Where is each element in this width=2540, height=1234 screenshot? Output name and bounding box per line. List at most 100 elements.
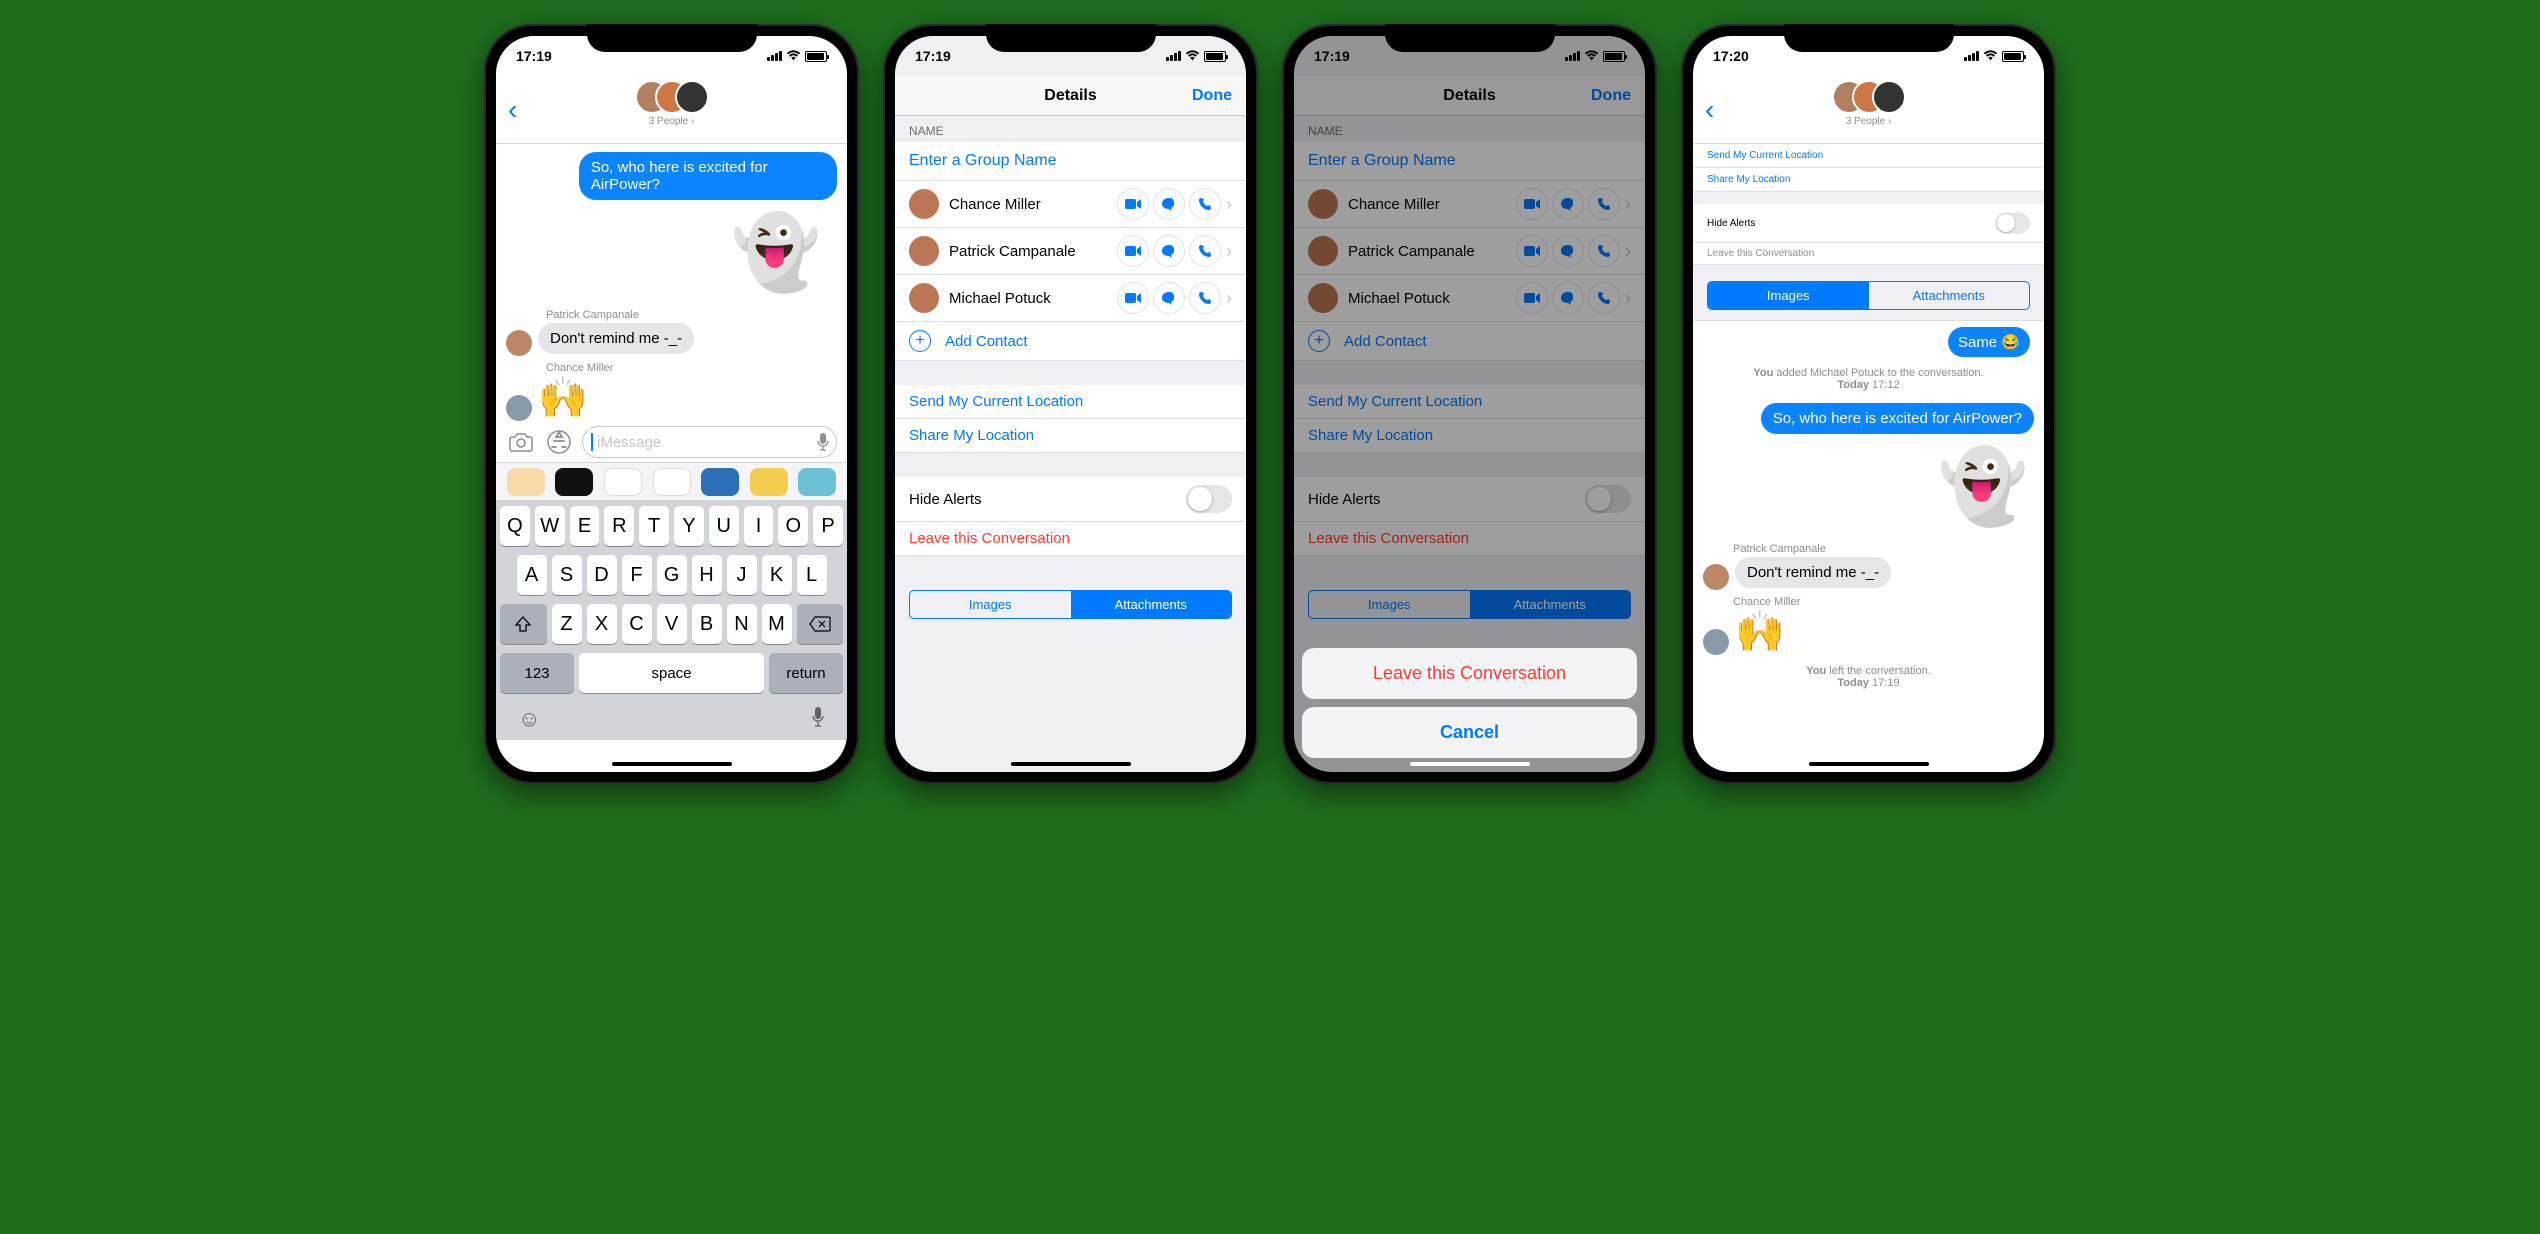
key-b[interactable]: B <box>692 604 722 644</box>
sheet-leave-button[interactable]: Leave this Conversation <box>1302 648 1637 699</box>
home-indicator[interactable] <box>1011 762 1131 766</box>
app-sticker-3[interactable] <box>798 468 836 496</box>
leave-conversation-button[interactable]: Leave this Conversation <box>895 522 1246 556</box>
key-o[interactable]: O <box>778 506 808 546</box>
space-key[interactable]: space <box>579 653 764 693</box>
message-icon[interactable] <box>1154 189 1184 219</box>
header-title-group[interactable]: 3 People › <box>635 80 709 127</box>
dictation-icon[interactable] <box>811 706 825 732</box>
key-n[interactable]: N <box>727 604 757 644</box>
microphone-icon[interactable] <box>816 432 830 452</box>
contact-row[interactable]: Patrick Campanale › <box>895 228 1246 275</box>
key-m[interactable]: M <box>762 604 792 644</box>
key-c[interactable]: C <box>622 604 652 644</box>
phone-icon[interactable] <box>1190 283 1220 313</box>
key-h[interactable]: H <box>692 555 722 595</box>
phone-icon[interactable] <box>1190 236 1220 266</box>
group-name-field[interactable]: Enter a Group Name <box>895 142 1246 181</box>
emoji-ghost: 👻 <box>1938 444 2028 529</box>
key-i[interactable]: I <box>744 506 774 546</box>
app-sticker-2[interactable] <box>750 468 788 496</box>
send-location-button[interactable]: Send My Current Location <box>1693 144 2044 168</box>
appstore-icon[interactable] <box>544 427 574 457</box>
emoji-keyboard-icon[interactable]: ☺ <box>518 706 540 732</box>
share-location-button[interactable]: Share My Location <box>895 419 1246 453</box>
message-icon[interactable] <box>1154 283 1184 313</box>
video-call-icon[interactable] <box>1118 283 1148 313</box>
home-indicator[interactable] <box>1410 762 1530 766</box>
back-button[interactable]: ‹ <box>1701 94 1718 126</box>
keyboard[interactable]: QWERTYUIOP ASDFGHJKL ZXCVBNM 123 space r… <box>496 500 847 740</box>
back-button[interactable]: ‹ <box>504 94 521 126</box>
segment-images[interactable]: Images <box>1708 282 1869 309</box>
key-z[interactable]: Z <box>552 604 582 644</box>
chevron-right-icon: › <box>1226 194 1232 215</box>
key-a[interactable]: A <box>517 555 547 595</box>
home-indicator[interactable] <box>1809 762 1929 766</box>
app-music[interactable] <box>604 468 642 496</box>
key-v[interactable]: V <box>657 604 687 644</box>
contact-row[interactable]: Michael Potuck › <box>895 275 1246 322</box>
key-g[interactable]: G <box>657 555 687 595</box>
key-w[interactable]: W <box>535 506 565 546</box>
key-q[interactable]: Q <box>500 506 530 546</box>
message-input[interactable]: iMessage <box>582 426 837 458</box>
app-strip[interactable] <box>496 462 847 500</box>
delete-key[interactable] <box>797 604 844 644</box>
home-indicator[interactable] <box>612 762 732 766</box>
message-outgoing[interactable]: So, who here is excited for AirPower? <box>1761 403 2034 434</box>
contact-name: Patrick Campanale <box>949 243 1112 260</box>
return-key[interactable]: return <box>769 653 843 693</box>
numbers-key[interactable]: 123 <box>500 653 574 693</box>
contact-row[interactable]: Chance Miller › <box>895 181 1246 228</box>
screen-conversation: 17:19 ‹ 3 People › So, who here is excit… <box>496 36 847 772</box>
done-button[interactable]: Done <box>1192 87 1232 105</box>
message-incoming[interactable]: Don't remind me -_- <box>538 323 694 354</box>
avatar <box>675 80 709 114</box>
segment-attachments[interactable]: Attachments <box>1869 282 2030 309</box>
message-icon[interactable] <box>1154 236 1184 266</box>
app-game[interactable] <box>653 468 691 496</box>
segmented-control[interactable]: Images Attachments <box>1707 281 2030 310</box>
key-e[interactable]: E <box>570 506 600 546</box>
hide-alerts-toggle[interactable] <box>1186 485 1232 513</box>
sheet-cancel-button[interactable]: Cancel <box>1302 707 1637 758</box>
sender-label: Patrick Campanale <box>506 303 837 321</box>
key-y[interactable]: Y <box>674 506 704 546</box>
chat-scroll[interactable]: So, who here is excited for AirPower? 👻 … <box>496 144 847 422</box>
message-row: 🙌 <box>506 374 837 421</box>
key-s[interactable]: S <box>552 555 582 595</box>
camera-icon[interactable] <box>506 427 536 457</box>
chat-scroll[interactable]: Send My Current Location Share My Locati… <box>1693 144 2044 772</box>
key-j[interactable]: J <box>727 555 757 595</box>
key-t[interactable]: T <box>639 506 669 546</box>
phone-icon[interactable] <box>1190 189 1220 219</box>
hide-alerts-toggle[interactable] <box>1996 213 2031 234</box>
message-outgoing[interactable]: So, who here is excited for AirPower? <box>579 152 837 200</box>
app-digital-touch[interactable] <box>555 468 593 496</box>
app-animoji[interactable] <box>507 468 545 496</box>
video-call-icon[interactable] <box>1118 189 1148 219</box>
add-contact-button[interactable]: + Add Contact <box>895 322 1246 361</box>
shift-key[interactable] <box>500 604 547 644</box>
share-location-button[interactable]: Share My Location <box>1693 168 2044 192</box>
segmented-control[interactable]: Images Attachments <box>909 590 1232 619</box>
key-l[interactable]: L <box>797 555 827 595</box>
hide-alerts-row: Hide Alerts <box>1693 204 2044 243</box>
segment-images[interactable]: Images <box>910 591 1071 618</box>
notch <box>587 24 757 52</box>
key-u[interactable]: U <box>709 506 739 546</box>
send-location-button[interactable]: Send My Current Location <box>895 385 1246 419</box>
message-incoming[interactable]: Don't remind me -_- <box>1735 557 1891 588</box>
segment-attachments[interactable]: Attachments <box>1071 591 1232 618</box>
key-r[interactable]: R <box>604 506 634 546</box>
key-p[interactable]: P <box>813 506 843 546</box>
app-sticker-1[interactable] <box>701 468 739 496</box>
video-call-icon[interactable] <box>1118 236 1148 266</box>
key-k[interactable]: K <box>762 555 792 595</box>
message-outgoing[interactable]: Same 😂 <box>1948 327 2030 357</box>
key-x[interactable]: X <box>587 604 617 644</box>
key-d[interactable]: D <box>587 555 617 595</box>
header-title-group[interactable]: 3 People › <box>1832 80 1906 127</box>
key-f[interactable]: F <box>622 555 652 595</box>
